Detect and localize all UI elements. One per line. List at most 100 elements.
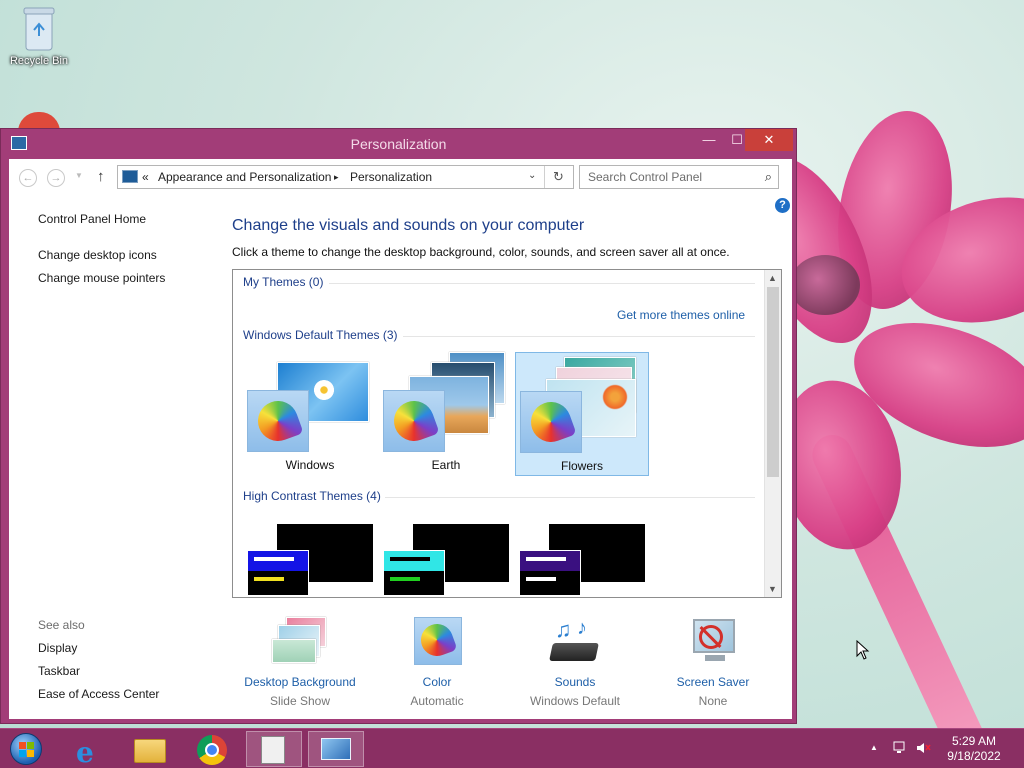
- close-button[interactable]: ✕: [745, 129, 793, 151]
- group-divider: [403, 336, 755, 337]
- theme-earth-label: Earth: [431, 458, 461, 472]
- clock-date: 9/18/2022: [947, 749, 1001, 763]
- screen-saver-icon: [685, 617, 741, 667]
- taskbar-internet-explorer[interactable]: e: [62, 731, 118, 768]
- see-also-heading: See also: [38, 618, 85, 632]
- theme-windows-label: Windows: [285, 458, 335, 472]
- color-setting[interactable]: Color Automatic: [372, 617, 502, 708]
- forward-button[interactable]: →: [47, 169, 65, 187]
- mouse-cursor-icon: [856, 640, 870, 660]
- group-default-themes: Windows Default Themes (3): [243, 328, 398, 342]
- change-mouse-pointers-link[interactable]: Change mouse pointers: [38, 271, 165, 285]
- address-dropdown-icon[interactable]: ⌄: [528, 170, 536, 181]
- recent-locations-icon[interactable]: ▼: [75, 171, 83, 180]
- theme-flowers[interactable]: Flowers: [515, 352, 649, 476]
- back-button[interactable]: ←: [19, 169, 37, 187]
- up-button[interactable]: ↑: [97, 168, 105, 185]
- taskbar-task-app[interactable]: [246, 731, 302, 767]
- hc-3-line-1: [526, 557, 566, 561]
- taskbar-control-panel[interactable]: [308, 731, 364, 767]
- sounds-value: Windows Default: [529, 694, 621, 708]
- recycle-bin-label: Recycle Bin: [9, 55, 69, 67]
- color-fan-icon: [388, 395, 440, 447]
- theme-high-contrast-1[interactable]: [243, 514, 377, 597]
- group-divider: [329, 283, 755, 284]
- internet-explorer-icon: e: [76, 736, 94, 768]
- theme-high-contrast-2[interactable]: [379, 514, 513, 597]
- recycle-bin-icon: [23, 7, 55, 51]
- folder-icon: [134, 739, 166, 763]
- taskbar-file-explorer[interactable]: [122, 731, 178, 767]
- volume-muted-icon[interactable]: [916, 741, 932, 758]
- hc-1-titlebar: [248, 551, 308, 571]
- show-hidden-icons[interactable]: ▲: [870, 743, 878, 752]
- windows-logo-icon: [10, 733, 42, 765]
- theme-flowers-color-swatch: [520, 391, 582, 453]
- screen-saver-value: None: [698, 694, 728, 708]
- wallpaper-flower-center: [790, 255, 860, 315]
- recycle-bin-shortcut[interactable]: Recycle Bin: [4, 6, 74, 67]
- address-bar[interactable]: « Appearance and Personalization ▸ Perso…: [117, 165, 574, 189]
- hc-1-line-2: [254, 577, 284, 581]
- control-panel-taskbar-icon: [321, 738, 351, 760]
- theme-high-contrast-3[interactable]: [515, 514, 649, 597]
- hc-1-line-1: [254, 557, 294, 561]
- start-button[interactable]: [6, 731, 46, 767]
- hc-1-window: [247, 550, 309, 596]
- search-input[interactable]: Search Control Panel: [588, 170, 702, 184]
- chrome-icon: [197, 735, 227, 765]
- sounds-title[interactable]: Sounds: [510, 675, 640, 689]
- get-more-themes-link[interactable]: Get more themes online: [617, 308, 745, 322]
- page-title: Change the visuals and sounds on your co…: [232, 217, 585, 234]
- navigation-bar: ← → ▼ ↑ « Appearance and Personalization…: [9, 159, 792, 197]
- refresh-icon[interactable]: ↻: [544, 166, 572, 188]
- search-icon[interactable]: ⌕: [765, 169, 772, 185]
- hc-2-window: [383, 550, 445, 596]
- network-icon[interactable]: [892, 741, 908, 758]
- theme-flowers-blossom: [600, 383, 630, 411]
- desktop-background-value: Slide Show: [269, 694, 331, 708]
- themes-scrollbar[interactable]: ▲ ▼: [764, 270, 781, 597]
- hc-2-line-1: [390, 557, 430, 561]
- theme-flowers-label: Flowers: [560, 459, 603, 473]
- theme-windows[interactable]: Windows: [243, 352, 377, 476]
- search-box[interactable]: Search Control Panel ⌕: [579, 165, 779, 189]
- desktop-background-icon: [272, 617, 328, 667]
- taskbar-chrome[interactable]: [184, 731, 240, 767]
- minimize-button[interactable]: —: [695, 129, 723, 151]
- control-panel-address-icon: [122, 170, 138, 183]
- scroll-down-icon[interactable]: ▼: [768, 584, 777, 594]
- theme-earth[interactable]: Earth: [379, 352, 513, 476]
- color-title[interactable]: Color: [372, 675, 502, 689]
- screen-saver-setting[interactable]: Screen Saver None: [648, 617, 778, 708]
- clock-time: 5:29 AM: [951, 734, 997, 748]
- breadcrumb-appearance[interactable]: Appearance and Personalization: [158, 170, 331, 184]
- theme-earth-color-swatch: [383, 390, 445, 452]
- screen-saver-title[interactable]: Screen Saver: [648, 675, 778, 689]
- sounds-setting[interactable]: ♫ ♪ Sounds Windows Default: [510, 617, 640, 708]
- themes-list: My Themes (0) Get more themes online Win…: [232, 269, 782, 598]
- sounds-icon: ♫ ♪: [547, 617, 603, 667]
- page-description: Click a theme to change the desktop back…: [232, 245, 730, 259]
- taskbar-clock[interactable]: 5:29 AM 9/18/2022: [944, 734, 1004, 764]
- see-also-taskbar-link[interactable]: Taskbar: [38, 664, 80, 678]
- breadcrumb-overflow[interactable]: «: [142, 170, 149, 184]
- scroll-up-icon[interactable]: ▲: [768, 273, 777, 283]
- breadcrumb-separator[interactable]: ▸: [334, 172, 339, 183]
- help-icon[interactable]: ?: [775, 198, 790, 213]
- title-bar[interactable]: Personalization — ☐ ✕: [1, 129, 796, 159]
- see-also-display-link[interactable]: Display: [38, 641, 77, 655]
- desktop-background-setting[interactable]: Desktop Background Slide Show: [235, 617, 365, 708]
- desktop-background-title[interactable]: Desktop Background: [235, 675, 365, 689]
- change-desktop-icons-link[interactable]: Change desktop icons: [38, 248, 157, 262]
- group-my-themes: My Themes (0): [243, 275, 324, 289]
- theme-windows-color-swatch: [247, 390, 309, 452]
- hc-2-line-2: [390, 577, 420, 581]
- hc-3-titlebar: [520, 551, 580, 571]
- control-panel-home-link[interactable]: Control Panel Home: [38, 212, 146, 226]
- breadcrumb-personalization[interactable]: Personalization: [350, 170, 432, 184]
- scroll-thumb[interactable]: [767, 287, 779, 477]
- personalization-window: Personalization — ☐ ✕ ← → ▼ ↑ « Appearan…: [0, 128, 797, 724]
- group-high-contrast-themes: High Contrast Themes (4): [243, 489, 381, 503]
- see-also-ease-of-access-link[interactable]: Ease of Access Center: [38, 687, 159, 701]
